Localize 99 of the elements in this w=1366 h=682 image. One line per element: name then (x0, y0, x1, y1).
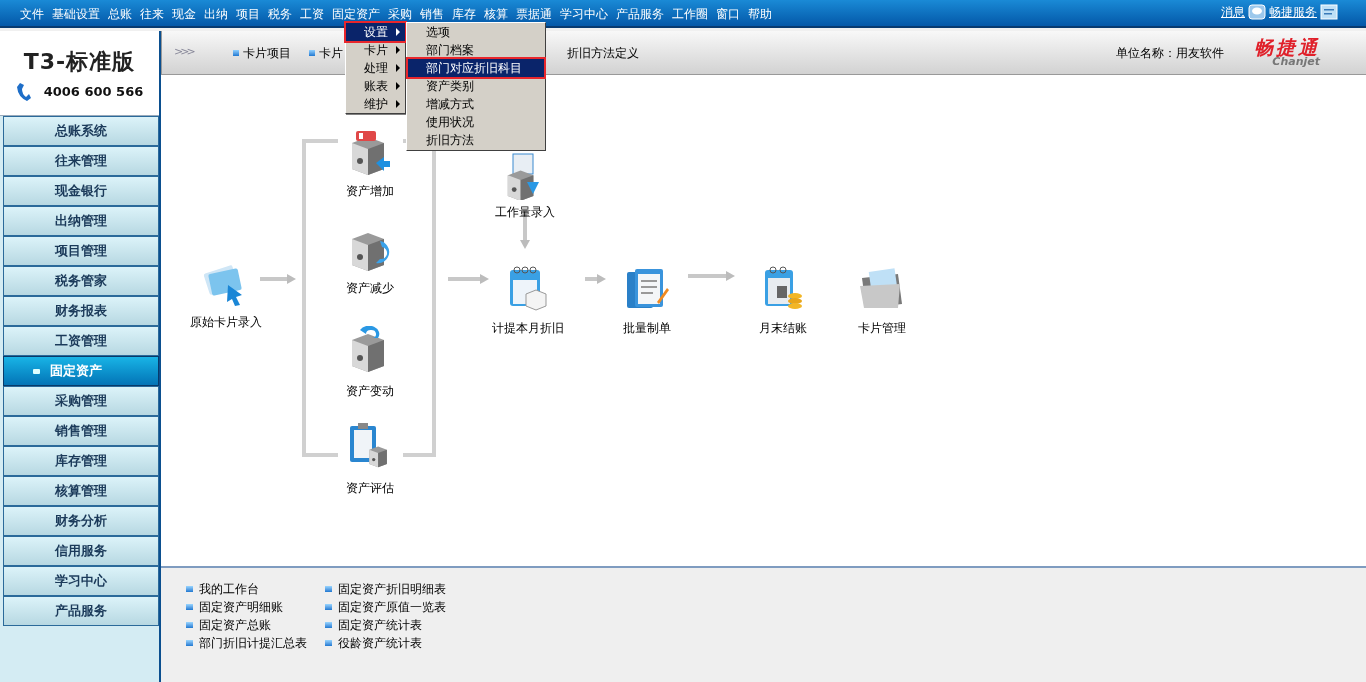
product-logo: T3-标准版 (23, 47, 136, 76)
bullet-icon (325, 640, 332, 646)
menu-entry[interactable]: 增减方式 (408, 95, 544, 113)
toolbar-link[interactable]: 折旧方法定义 (566, 43, 639, 62)
bullet-icon (325, 622, 332, 628)
report-link[interactable]: 固定资产总账 (199, 616, 271, 634)
menu-item[interactable]: 出纳 (204, 5, 228, 23)
toolbar-link[interactable]: 卡片 (318, 43, 343, 62)
sidebar-item[interactable]: 学习中心 (3, 566, 159, 596)
submenu-arrow-icon (396, 82, 400, 90)
flow-step-label[interactable]: 批量制单 (623, 319, 671, 337)
sidebar-item[interactable]: 采购管理 (3, 386, 159, 416)
menu-entry[interactable]: 设置 (346, 23, 405, 41)
flow-step-label[interactable]: 资产评估 (346, 479, 394, 497)
menu-entry[interactable]: 部门档案 (408, 41, 544, 59)
menu-entry[interactable]: 资产类别 (408, 77, 544, 95)
chat-bubble-icon[interactable] (1248, 4, 1266, 20)
flow-arrow (585, 274, 606, 284)
sidebar-item[interactable]: 财务分析 (3, 506, 159, 536)
flow-step-label[interactable]: 工作量录入 (495, 203, 555, 221)
flow-arrow (688, 271, 735, 281)
menu-entry[interactable]: 账表 (346, 77, 405, 95)
menu-entry[interactable]: 维护 (346, 95, 405, 113)
menu-entry[interactable]: 处理 (346, 59, 405, 77)
sidebar-item[interactable]: 出纳管理 (3, 206, 159, 236)
phone-number: 4006 600 566 (43, 82, 144, 101)
menu-item[interactable]: 项目 (236, 5, 260, 23)
flow-step-label[interactable]: 计提本月折旧 (492, 319, 564, 337)
sidebar-item[interactable]: 总账系统 (3, 116, 159, 146)
flow-step-label[interactable]: 资产增加 (346, 182, 394, 200)
menu-item[interactable]: 核算 (484, 5, 508, 23)
menu-item[interactable]: 总账 (108, 5, 132, 23)
sidebar-item[interactable]: 信用服务 (3, 536, 159, 566)
bullet-icon (232, 49, 239, 56)
top-link[interactable]: 消息 (1221, 3, 1245, 21)
menu-item[interactable]: 学习中心 (560, 5, 608, 23)
menu-item[interactable]: 帮助 (748, 5, 772, 23)
submenu-arrow-icon (396, 28, 400, 36)
bullet-icon (308, 49, 315, 56)
menu-item[interactable]: 税务 (268, 5, 292, 23)
sidebar-item[interactable]: 往来管理 (3, 146, 159, 176)
menu-item[interactable]: 产品服务 (616, 5, 664, 23)
report-link[interactable]: 固定资产统计表 (338, 616, 422, 634)
menu-item[interactable]: 固定资产 (332, 5, 380, 23)
menu-item[interactable]: 采购 (388, 5, 412, 23)
report-link[interactable]: 我的工作台 (199, 580, 259, 598)
submenu-arrow-icon (396, 64, 400, 72)
sidebar-item[interactable]: 税务管家 (3, 266, 159, 296)
submenu-arrow-icon (396, 46, 400, 54)
bullet-icon (186, 622, 193, 628)
menu-item[interactable]: 库存 (452, 5, 476, 23)
bullet-icon (325, 604, 332, 610)
phone-icon (15, 81, 32, 102)
bullet-icon (186, 586, 193, 592)
sidebar-item[interactable]: 库存管理 (3, 446, 159, 476)
sidebar-item[interactable]: 财务报表 (3, 296, 159, 326)
report-link[interactable]: 固定资产折旧明细表 (338, 580, 446, 598)
report-link[interactable]: 部门折旧计提汇总表 (199, 634, 307, 652)
menu-item[interactable]: 现金 (172, 5, 196, 23)
flow-step-label[interactable]: 原始卡片录入 (190, 313, 262, 331)
menu-item[interactable]: 文件 (20, 5, 44, 23)
flow-step-label[interactable]: 资产变动 (346, 382, 394, 400)
bullet-icon (325, 586, 332, 592)
menu-item[interactable]: 销售 (420, 5, 444, 23)
menu-entry[interactable]: 卡片 (346, 41, 405, 59)
menu-item[interactable]: 往来 (140, 5, 164, 23)
sidebar-item[interactable]: 销售管理 (3, 416, 159, 446)
flow-step-label[interactable]: 月末结账 (759, 319, 807, 337)
menu-item[interactable]: 工作圈 (672, 5, 708, 23)
flow-step-label[interactable]: 资产减少 (346, 279, 394, 297)
report-link[interactable]: 固定资产明细账 (199, 598, 283, 616)
sidebar-item[interactable]: 产品服务 (3, 596, 159, 626)
bullet-icon (32, 368, 40, 374)
bullet-icon (186, 640, 193, 646)
menu-entry[interactable]: 部门对应折旧科目 (408, 59, 544, 77)
menu-item[interactable]: 票据通 (516, 5, 552, 23)
sidebar-item[interactable]: 核算管理 (3, 476, 159, 506)
sidebar-item[interactable]: 项目管理 (3, 236, 159, 266)
report-link[interactable]: 役龄资产统计表 (338, 634, 422, 652)
toolbar-link[interactable]: 卡片项目 (242, 43, 291, 62)
menu-item[interactable]: 基础设置 (52, 5, 100, 23)
menu-item[interactable]: 工资 (300, 5, 324, 23)
sidebar-item[interactable]: 工资管理 (3, 326, 159, 356)
bullet-icon (186, 604, 193, 610)
sidebar-item[interactable]: 现金银行 (3, 176, 159, 206)
menu-entry[interactable]: 折旧方法 (408, 131, 544, 149)
brand-logo: 畅捷通 (1254, 38, 1320, 57)
report-link[interactable]: 固定资产原值一览表 (338, 598, 446, 616)
menu-item[interactable]: 窗口 (716, 5, 740, 23)
menu-entry[interactable]: 选项 (408, 23, 544, 41)
flow-arrow (260, 274, 296, 284)
brand-wordmark: Chanjet (1272, 56, 1320, 67)
flow-arrow (448, 274, 489, 284)
menu-entry[interactable]: 使用状况 (408, 113, 544, 131)
submenu-arrow-icon (396, 100, 400, 108)
flow-step-label[interactable]: 卡片管理 (858, 319, 906, 337)
company-name: 单位名称：用友软件 (1116, 44, 1224, 62)
message-window-icon[interactable] (1320, 4, 1338, 20)
top-link[interactable]: 畅捷服务 (1269, 3, 1317, 21)
